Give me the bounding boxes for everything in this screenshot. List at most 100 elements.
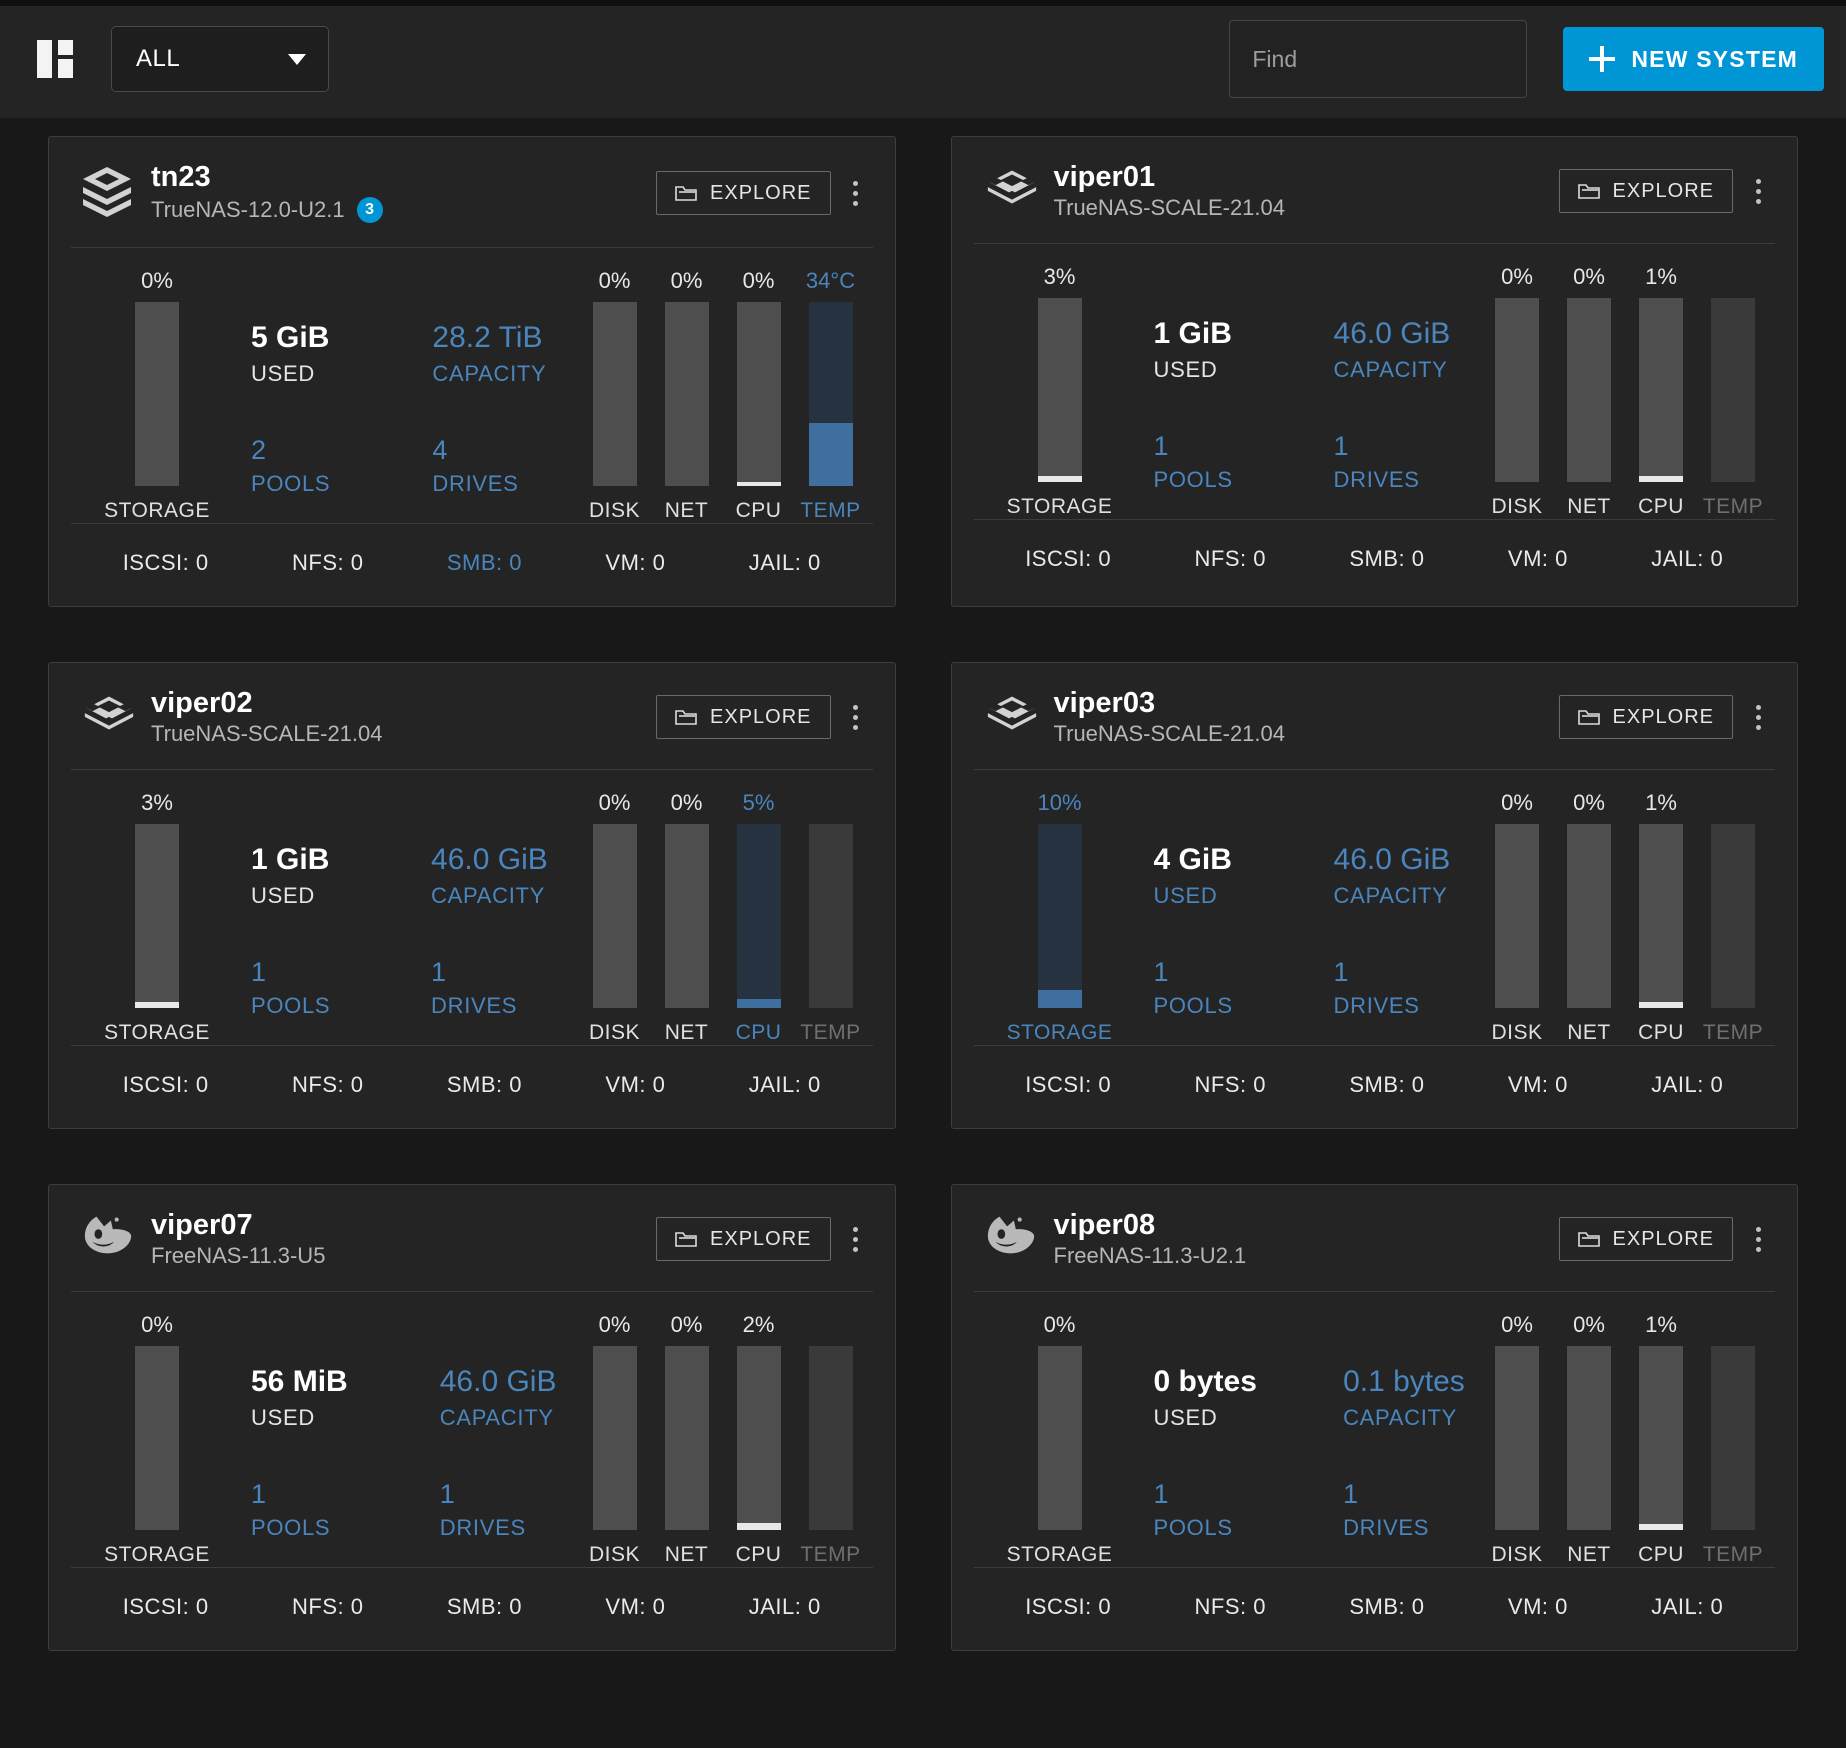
explore-button[interactable]: EXPLORE — [1558, 169, 1733, 213]
drives-label[interactable]: DRIVES — [1334, 462, 1493, 493]
system-card[interactable]: tn23 TrueNAS-12.0-U2.1 3 EXPLORE 0% STOR… — [48, 136, 896, 607]
service-stat[interactable]: VM: 0 — [605, 1072, 665, 1098]
drives-value[interactable]: 4 — [432, 435, 590, 466]
drives-label[interactable]: DRIVES — [440, 1510, 591, 1541]
more-vertical-icon[interactable] — [1743, 1217, 1773, 1261]
pools-label[interactable]: POOLS — [1154, 988, 1276, 1019]
service-stat[interactable]: SMB: 0 — [1349, 1072, 1424, 1098]
gauge-disk[interactable]: 0% DISK — [589, 790, 640, 1045]
drives-label[interactable]: DRIVES — [431, 988, 590, 1019]
gauge-temp[interactable]: TEMP — [800, 1312, 860, 1567]
gauge-disk[interactable]: 0% DISK — [1492, 1312, 1543, 1567]
system-card[interactable]: viper07 FreeNAS-11.3-U5 EXPLORE 0% STORA… — [48, 1184, 896, 1651]
service-stat[interactable]: SMB: 0 — [447, 550, 522, 576]
gauge-net[interactable]: 0% NET — [663, 1312, 711, 1567]
pools-value[interactable]: 2 — [251, 435, 374, 466]
drives-value[interactable]: 1 — [1334, 431, 1493, 462]
gauge-storage[interactable]: 3% STORAGE — [1007, 264, 1112, 519]
explore-button[interactable]: EXPLORE — [656, 1217, 831, 1261]
service-stat[interactable]: NFS: 0 — [1195, 546, 1266, 572]
system-card[interactable]: viper02 TrueNAS-SCALE-21.04 EXPLORE 3% S… — [48, 662, 896, 1129]
pools-label[interactable]: POOLS — [1154, 462, 1276, 493]
explore-button[interactable]: EXPLORE — [1558, 695, 1733, 739]
pools-value[interactable]: 1 — [1154, 431, 1276, 462]
gauge-disk[interactable]: 0% DISK — [589, 268, 640, 523]
service-stat[interactable]: NFS: 0 — [292, 550, 363, 576]
drives-label[interactable]: DRIVES — [1334, 988, 1493, 1019]
pools-value[interactable]: 1 — [1154, 1479, 1286, 1510]
new-system-button[interactable]: NEW SYSTEM — [1563, 27, 1824, 91]
gauge-temp[interactable]: TEMP — [1703, 1312, 1763, 1567]
gauge-temp[interactable]: 34°C TEMP — [800, 268, 860, 523]
pools-label[interactable]: POOLS — [251, 1510, 382, 1541]
service-stat[interactable]: JAIL: 0 — [1651, 546, 1723, 572]
system-filter-select[interactable]: ALL — [111, 26, 329, 92]
drives-value[interactable]: 1 — [1334, 957, 1493, 988]
gauge-net[interactable]: 0% NET — [663, 268, 711, 523]
system-card[interactable]: viper01 TrueNAS-SCALE-21.04 EXPLORE 3% S… — [950, 136, 1798, 607]
more-vertical-icon[interactable] — [841, 695, 871, 739]
gauge-net[interactable]: 0% NET — [1565, 790, 1613, 1045]
drives-value[interactable]: 1 — [431, 957, 590, 988]
gauge-net[interactable]: 0% NET — [1565, 264, 1613, 519]
service-stat[interactable]: NFS: 0 — [292, 1072, 363, 1098]
pools-label[interactable]: POOLS — [251, 466, 374, 497]
gauge-disk[interactable]: 0% DISK — [1492, 790, 1543, 1045]
gauge-cpu[interactable]: 2% CPU — [735, 1312, 783, 1567]
service-stat[interactable]: SMB: 0 — [447, 1594, 522, 1620]
pools-label[interactable]: POOLS — [1154, 1510, 1286, 1541]
pools-value[interactable]: 1 — [251, 1479, 382, 1510]
service-stat[interactable]: VM: 0 — [1508, 1594, 1568, 1620]
service-stat[interactable]: SMB: 0 — [1349, 546, 1424, 572]
more-vertical-icon[interactable] — [1743, 695, 1773, 739]
gauge-cpu[interactable]: 1% CPU — [1637, 1312, 1685, 1567]
explore-button[interactable]: EXPLORE — [1558, 1217, 1733, 1261]
system-card[interactable]: viper03 TrueNAS-SCALE-21.04 EXPLORE 10% … — [950, 662, 1798, 1129]
service-stat[interactable]: ISCSI: 0 — [1025, 546, 1111, 572]
service-stat[interactable]: VM: 0 — [605, 1594, 665, 1620]
service-stat[interactable]: JAIL: 0 — [1651, 1072, 1723, 1098]
gauge-disk[interactable]: 0% DISK — [589, 1312, 640, 1567]
gauge-cpu[interactable]: 0% CPU — [735, 268, 783, 523]
service-stat[interactable]: VM: 0 — [1508, 1072, 1568, 1098]
gauge-net[interactable]: 0% NET — [1565, 1312, 1613, 1567]
drives-label[interactable]: DRIVES — [1343, 1510, 1493, 1541]
gauge-cpu[interactable]: 5% CPU — [735, 790, 783, 1045]
system-card[interactable]: viper08 FreeNAS-11.3-U2.1 EXPLORE 0% STO… — [950, 1184, 1798, 1651]
gauge-temp[interactable]: TEMP — [800, 790, 860, 1045]
search-input[interactable] — [1229, 20, 1528, 98]
explore-button[interactable]: EXPLORE — [656, 695, 831, 739]
service-stat[interactable]: ISCSI: 0 — [123, 1072, 209, 1098]
drives-value[interactable]: 1 — [1343, 1479, 1493, 1510]
more-vertical-icon[interactable] — [841, 1217, 871, 1261]
alert-badge[interactable]: 3 — [356, 197, 383, 223]
gauge-storage[interactable]: 3% STORAGE — [104, 790, 209, 1045]
service-stat[interactable]: JAIL: 0 — [1651, 1594, 1723, 1620]
service-stat[interactable]: NFS: 0 — [1195, 1594, 1266, 1620]
gauge-cpu[interactable]: 1% CPU — [1637, 790, 1685, 1045]
pools-value[interactable]: 1 — [251, 957, 373, 988]
gauge-storage[interactable]: 0% STORAGE — [1007, 1312, 1112, 1567]
service-stat[interactable]: NFS: 0 — [292, 1594, 363, 1620]
service-stat[interactable]: ISCSI: 0 — [123, 1594, 209, 1620]
explore-button[interactable]: EXPLORE — [656, 171, 831, 215]
gauge-storage[interactable]: 0% STORAGE — [104, 268, 209, 523]
service-stat[interactable]: ISCSI: 0 — [1025, 1594, 1111, 1620]
drives-label[interactable]: DRIVES — [432, 466, 590, 497]
gauge-temp[interactable]: TEMP — [1703, 790, 1763, 1045]
service-stat[interactable]: ISCSI: 0 — [1025, 1072, 1111, 1098]
service-stat[interactable]: JAIL: 0 — [749, 1594, 821, 1620]
service-stat[interactable]: NFS: 0 — [1195, 1072, 1266, 1098]
service-stat[interactable]: SMB: 0 — [1349, 1594, 1424, 1620]
more-vertical-icon[interactable] — [1743, 169, 1773, 213]
pools-label[interactable]: POOLS — [251, 988, 373, 1019]
pools-value[interactable]: 1 — [1154, 957, 1276, 988]
service-stat[interactable]: SMB: 0 — [447, 1072, 522, 1098]
gauge-disk[interactable]: 0% DISK — [1492, 264, 1543, 519]
service-stat[interactable]: ISCSI: 0 — [123, 550, 209, 576]
gauge-temp[interactable]: TEMP — [1703, 264, 1763, 519]
gauge-storage[interactable]: 0% STORAGE — [104, 1312, 209, 1567]
more-vertical-icon[interactable] — [841, 171, 871, 215]
grid-logo-icon[interactable] — [37, 40, 73, 78]
gauge-cpu[interactable]: 1% CPU — [1637, 264, 1685, 519]
